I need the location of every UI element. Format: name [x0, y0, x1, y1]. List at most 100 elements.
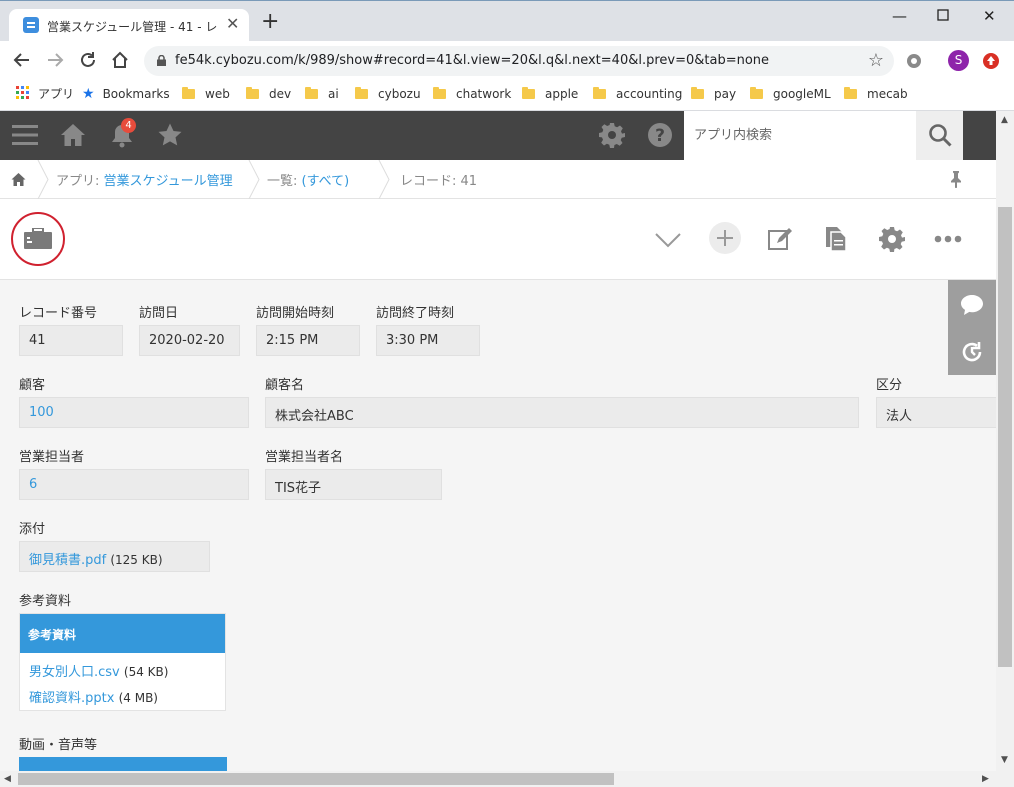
- comment-bubble-icon[interactable]: [960, 294, 984, 316]
- vertical-scrollbar[interactable]: ▲ ▼: [996, 111, 1014, 787]
- star-icon: ★: [82, 86, 95, 102]
- browser-tabstrip: 営業スケジュール管理 - 41 - レコード( ✕ + — ✕: [0, 0, 1014, 42]
- visit-end-time-value: 3:30 PM: [376, 325, 480, 356]
- notification-badge: 4: [121, 118, 136, 133]
- side-panel: [948, 280, 996, 375]
- bookmark-chatwork[interactable]: chatwork: [433, 86, 511, 104]
- url-text: fe54k.cybozu.com/k/989/show#record=41&l.…: [175, 53, 770, 68]
- folder-icon: [750, 87, 763, 99]
- record-number-label: レコード番号: [19, 306, 98, 321]
- visit-start-time-label: 訪問開始時刻: [256, 306, 335, 321]
- record-detail-form: レコード番号 41 訪問日 2020-02-20 訪問開始時刻 2:15 PM …: [0, 280, 996, 771]
- briefcase-app-icon: [24, 228, 52, 249]
- reference-file-link[interactable]: 確認資料.pptx: [29, 691, 114, 706]
- breadcrumb-app[interactable]: アプリ: 営業スケジュール管理: [56, 170, 233, 189]
- horizontal-scrollbar[interactable]: ◀ ▶: [0, 771, 996, 787]
- vertical-scrollbar-thumb[interactable]: [998, 207, 1012, 667]
- address-bar[interactable]: fe54k.cybozu.com/k/989/show#record=41&l.…: [144, 46, 894, 76]
- bookmark-apps[interactable]: アプリ: [16, 86, 74, 104]
- portal-home-icon[interactable]: [60, 122, 86, 148]
- visit-date-label: 訪問日: [139, 306, 179, 321]
- home-icon[interactable]: [109, 49, 131, 71]
- record-number-value: 41: [19, 325, 123, 356]
- help-question-icon[interactable]: ?: [647, 122, 673, 148]
- tab-title: 営業スケジュール管理 - 41 - レコード(: [47, 20, 219, 34]
- new-tab-button[interactable]: +: [261, 11, 279, 33]
- breadcrumb-home-icon[interactable]: [11, 172, 26, 187]
- svg-text:?: ?: [655, 126, 665, 146]
- sales-rep-name-label: 営業担当者名: [265, 450, 344, 465]
- visit-end-time-label: 訪問終了時刻: [376, 306, 455, 321]
- breadcrumb-view[interactable]: 一覧: (すべて): [267, 170, 349, 189]
- attachment-field: 御見積書.pdf (125 KB): [19, 541, 210, 572]
- pin-icon[interactable]: [949, 170, 963, 188]
- profile-avatar[interactable]: S: [948, 50, 969, 71]
- extension-gear-icon[interactable]: [905, 52, 923, 70]
- back-icon[interactable]: [11, 49, 33, 71]
- bookmark-ai[interactable]: ai: [305, 86, 339, 104]
- edit-record-icon[interactable]: [767, 226, 793, 252]
- search-button[interactable]: [916, 111, 963, 160]
- media-label: 動画・音声等: [19, 738, 98, 753]
- browser-tab[interactable]: 営業スケジュール管理 - 41 - レコード( ✕: [9, 9, 249, 42]
- folder-icon: [182, 87, 195, 99]
- attachment-file-size: (125 KB): [110, 553, 163, 567]
- table-row: 確認資料.pptx (4 MB): [20, 682, 225, 710]
- duplicate-record-icon[interactable]: [825, 226, 847, 252]
- bookmark-apple[interactable]: apple: [522, 86, 578, 104]
- breadcrumb-record: レコード: 41: [400, 174, 478, 189]
- record-navigation-chevron-icon[interactable]: [655, 232, 681, 248]
- bookmark-web[interactable]: web: [182, 86, 230, 104]
- history-icon[interactable]: [960, 340, 984, 364]
- folder-icon: [522, 87, 535, 99]
- scroll-up-arrow-icon[interactable]: ▲: [1001, 115, 1008, 125]
- horizontal-scrollbar-thumb[interactable]: [18, 773, 614, 785]
- record-toolbar: [0, 199, 996, 280]
- bookmark-pay[interactable]: pay: [691, 86, 736, 104]
- scroll-down-arrow-icon[interactable]: ▼: [1001, 755, 1008, 765]
- add-record-button[interactable]: [709, 222, 741, 254]
- scroll-left-arrow-icon[interactable]: ◀: [4, 774, 11, 784]
- menu-hamburger-icon[interactable]: [12, 122, 38, 148]
- bookmark-star-icon[interactable]: ☆: [868, 50, 884, 71]
- attachment-file-link[interactable]: 御見積書.pdf: [29, 553, 106, 568]
- bookmark-bookmarks[interactable]: ★ Bookmarks: [82, 86, 170, 104]
- reference-file-size: (54 KB): [123, 665, 169, 679]
- customer-lookup-link[interactable]: 100: [19, 397, 249, 428]
- bookmark-dev[interactable]: dev: [246, 86, 291, 104]
- app-icon-highlight: [11, 212, 65, 266]
- close-window-button[interactable]: ✕: [983, 7, 996, 25]
- sales-rep-lookup-link[interactable]: 6: [19, 469, 249, 500]
- bookmarks-bar: アプリ ★ Bookmarks web dev ai cybozu chatwor…: [0, 79, 1014, 111]
- tab-close-icon[interactable]: ✕: [226, 15, 239, 33]
- media-table-header: [19, 757, 227, 771]
- forward-icon[interactable]: [44, 49, 66, 71]
- table-row: 男女別人口.csv (54 KB): [20, 653, 225, 682]
- folder-icon: [844, 87, 857, 99]
- update-arrow-icon[interactable]: [982, 52, 1000, 70]
- kintone-header: 4 ?: [0, 111, 996, 160]
- references-table: 参考資料 男女別人口.csv (54 KB) 確認資料.pptx (4 MB): [19, 613, 226, 711]
- record-settings-gear-icon[interactable]: [879, 226, 905, 252]
- folder-icon: [433, 87, 446, 99]
- favorites-star-icon[interactable]: [157, 122, 183, 148]
- lock-icon: [157, 55, 166, 66]
- search-icon: [929, 124, 952, 147]
- reload-icon[interactable]: [77, 49, 99, 71]
- minimize-button[interactable]: —: [892, 7, 907, 25]
- plus-icon: [717, 230, 733, 246]
- breadcrumb-separator: [378, 160, 390, 199]
- category-value: 法人: [876, 397, 996, 428]
- settings-gear-icon[interactable]: [599, 122, 625, 148]
- bookmark-mecab[interactable]: mecab: [844, 86, 908, 104]
- app-search-input[interactable]: [684, 111, 916, 160]
- scroll-right-arrow-icon[interactable]: ▶: [982, 774, 989, 784]
- bookmark-cybozu[interactable]: cybozu: [355, 86, 421, 104]
- customer-name-label: 顧客名: [265, 378, 305, 393]
- reference-file-link[interactable]: 男女別人口.csv: [29, 665, 120, 680]
- maximize-button[interactable]: [937, 7, 949, 25]
- bookmark-accounting[interactable]: accounting: [593, 86, 682, 104]
- bookmark-googleml[interactable]: googleML: [750, 86, 831, 104]
- more-options-icon[interactable]: [934, 235, 962, 243]
- visit-date-value: 2020-02-20: [139, 325, 240, 356]
